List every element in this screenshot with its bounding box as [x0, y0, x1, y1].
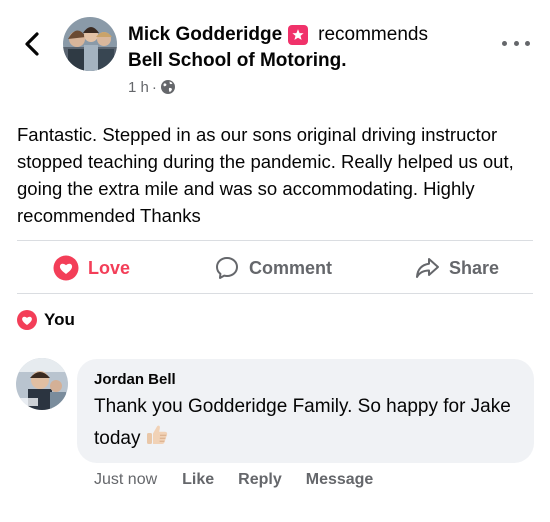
divider — [17, 240, 533, 241]
share-label: Share — [449, 257, 500, 278]
comment-message-button[interactable]: Message — [306, 471, 374, 489]
more-horizontal-icon — [502, 40, 507, 46]
recommends-label: recommends — [318, 24, 428, 45]
back-button[interactable] — [18, 28, 46, 60]
comment-text: Thank you Godderidge Family. So happy fo… — [94, 392, 518, 458]
chevron-left-icon — [25, 32, 39, 56]
comment-like-button[interactable]: Like — [182, 471, 214, 489]
separator: · — [151, 78, 157, 96]
recommendation-star-icon — [288, 25, 309, 45]
author-avatar[interactable] — [63, 17, 117, 71]
post-time[interactable]: 1 h — [128, 79, 149, 96]
commenter-avatar[interactable] — [16, 358, 68, 410]
love-label: Love — [88, 257, 131, 278]
reactions-summary[interactable]: You — [17, 310, 75, 330]
comment-label: Comment — [249, 257, 333, 278]
comment-bubble: Jordan Bell Thank you Godderidge Family.… — [77, 359, 534, 463]
heart-icon — [17, 310, 37, 330]
share-button[interactable]: Share — [414, 250, 499, 286]
comment-button[interactable]: Comment — [214, 250, 332, 286]
post-text: Fantastic. Stepped in as our sons origin… — [17, 124, 514, 226]
author-name[interactable]: Mick Godderidge — [128, 24, 282, 46]
love-button[interactable]: Love — [53, 250, 130, 286]
reactors-label: You — [44, 310, 75, 329]
comment-icon — [216, 257, 238, 279]
more-options-button[interactable] — [502, 36, 530, 50]
commenter-name[interactable]: Jordan Bell — [94, 370, 518, 390]
comment-time[interactable]: Just now — [94, 471, 157, 489]
globe-icon — [160, 80, 175, 94]
comment-reply-button[interactable]: Reply — [238, 471, 282, 489]
page-name[interactable]: Bell School of Motoring. — [128, 48, 490, 74]
comment-meta: Just now Like Reply Message — [94, 470, 397, 490]
love-reaction-icon — [53, 255, 79, 281]
divider — [17, 293, 533, 294]
post-actions: Love Comment Share — [0, 250, 550, 286]
thumbs-up-icon — [144, 422, 170, 458]
share-icon — [416, 258, 439, 278]
